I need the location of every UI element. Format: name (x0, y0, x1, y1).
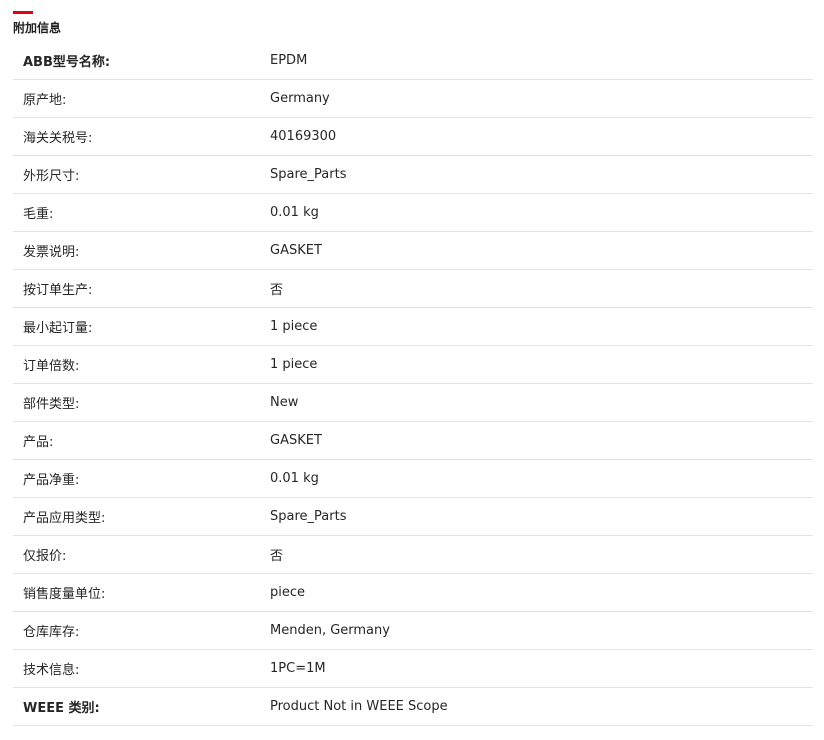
table-row: 按订单生产: 否 (13, 270, 813, 308)
row-label: 订单倍数: (23, 359, 80, 374)
row-value: Spare_Parts (270, 509, 347, 524)
table-row: 最小起订量: 1 piece (13, 308, 813, 346)
row-label: 销售度量单位: (23, 587, 106, 602)
row-value: 40169300 (270, 129, 337, 144)
row-label: 外形尺寸: (23, 169, 80, 184)
row-value: Product Not in WEEE Scope (270, 699, 448, 714)
row-value: Menden, Germany (270, 623, 390, 638)
row-value: 1PC=1M (270, 661, 326, 676)
table-row: 毛重: 0.01 kg (13, 194, 813, 232)
row-label: 发票说明: (23, 245, 80, 260)
row-value: 否 (270, 549, 284, 564)
row-label: 仓库库存: (23, 625, 80, 640)
table-row: 产品应用类型: Spare_Parts (13, 498, 813, 536)
table-row: 订单倍数: 1 piece (13, 346, 813, 384)
row-value: EPDM (270, 53, 308, 68)
row-label: 毛重: (23, 207, 54, 222)
row-label: ABB型号名称: (23, 55, 111, 70)
row-value: GASKET (270, 433, 322, 448)
table-row: 海关关税号: 40169300 (13, 118, 813, 156)
row-label: 技术信息: (23, 663, 80, 678)
table-row: 外形尺寸: Spare_Parts (13, 156, 813, 194)
table-row: ABB型号名称: EPDM (13, 42, 813, 80)
row-value: 1 piece (270, 319, 318, 334)
table-row: 技术信息: 1PC=1M (13, 650, 813, 688)
row-label: 产品应用类型: (23, 511, 106, 526)
table-row: 部件类型: New (13, 384, 813, 422)
row-label: 按订单生产: (23, 283, 93, 298)
row-label: 产品: (23, 435, 54, 450)
row-value: Spare_Parts (270, 167, 347, 182)
row-value: 否 (270, 283, 284, 298)
row-value: GASKET (270, 243, 322, 258)
table-row: WEEE 类别: Product Not in WEEE Scope (13, 688, 813, 726)
table-row: 产品净重: 0.01 kg (13, 460, 813, 498)
row-label: 海关关税号: (23, 131, 93, 146)
table-row: 原产地: Germany (13, 80, 813, 118)
row-label: 部件类型: (23, 397, 80, 412)
row-label: 最小起订量: (23, 321, 93, 336)
row-value: piece (270, 585, 306, 600)
row-label: 原产地: (23, 93, 67, 108)
row-label: 仅报价: (23, 549, 67, 564)
row-value: 0.01 kg (270, 205, 319, 220)
info-table: ABB型号名称: EPDM 原产地: Germany 海关关税号: 401693… (13, 42, 813, 726)
row-value: 0.01 kg (270, 471, 319, 486)
table-row: 销售度量单位: piece (13, 574, 813, 612)
row-value: Germany (270, 91, 330, 106)
section-title: 附加信息 (13, 21, 62, 35)
table-row: 产品: GASKET (13, 422, 813, 460)
table-row: 仓库库存: Menden, Germany (13, 612, 813, 650)
row-label: WEEE 类别: (23, 701, 100, 716)
table-row: 仅报价: 否 (13, 536, 813, 574)
row-value: New (270, 395, 299, 410)
row-value: 1 piece (270, 357, 318, 372)
section-accent-bar (13, 11, 33, 14)
row-label: 产品净重: (23, 473, 80, 488)
table-row: 发票说明: GASKET (13, 232, 813, 270)
